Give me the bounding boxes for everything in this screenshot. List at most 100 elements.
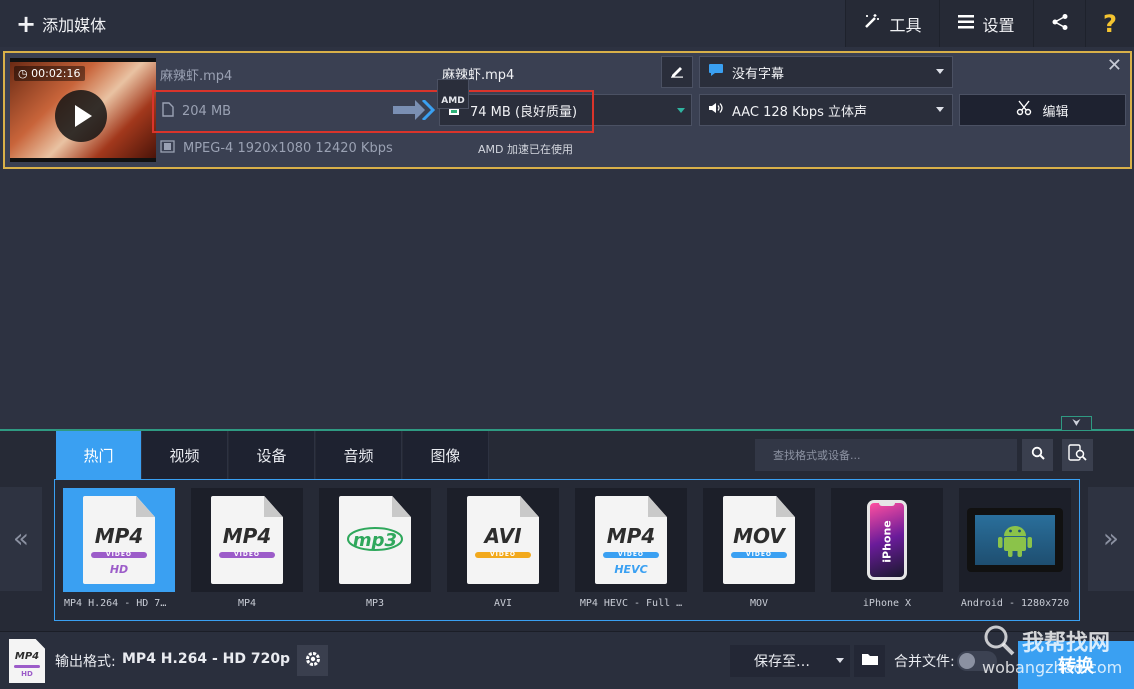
chevron-down-icon [936,107,944,112]
rename-button[interactable] [661,56,693,88]
tab-label: 热门 [83,446,114,465]
android-tablet-icon [967,508,1063,572]
mov-icon: MOV VIDEO [723,496,795,584]
magic-wand-icon [863,12,881,35]
tab-label: 图像 [430,446,461,465]
scroll-right-button[interactable]: » [1088,487,1134,591]
source-codec: MPEG-4 1920x1080 12420 Kbps [183,141,393,156]
amd-badge: AMD [437,79,469,109]
chevron-down-icon [836,658,844,663]
chevron-right-icon: » [1103,524,1119,554]
subtitle-dropdown[interactable]: 没有字幕 [699,56,953,88]
share-icon [1051,13,1069,35]
double-chevron-down-icon: ⮟ [1072,418,1081,429]
source-filename: 麻辣虾.mp4 [160,69,233,84]
format-label: AVI [493,598,513,609]
scroll-left-button[interactable]: « [0,487,42,591]
video-thumbnail[interactable]: ◷ 00:02:16 [10,58,156,162]
format-label: Android - 1280x720 [960,598,1070,609]
merge-files-label: 合并文件: [894,654,955,670]
format-card-mp3[interactable]: mp3 [319,488,431,592]
film-icon [160,140,175,157]
iphone-icon: iPhone [867,500,907,580]
tab-audio[interactable]: 音频 [316,431,402,479]
output-format-thumb-icon: MP4 HD [9,639,45,683]
output-format-label: 输出格式: [55,654,116,670]
chevron-down-icon [936,69,944,74]
format-card-mp4[interactable]: MP4 VIDEO [191,488,303,592]
edit-button[interactable]: 编辑 [959,94,1126,126]
add-media-button[interactable]: + 添加媒体 [0,0,124,47]
tools-label: 工具 [889,15,922,35]
output-format-value: MP4 H.264 - HD 720p [122,651,291,667]
speaker-icon [708,101,724,119]
folder-icon [861,652,879,670]
format-card-android[interactable] [959,488,1071,592]
convert-button[interactable]: 转换 [1018,641,1134,689]
pencil-icon [669,62,685,82]
play-button[interactable] [55,90,107,142]
add-media-label: 添加媒体 [42,15,107,35]
tab-devices[interactable]: 设备 [229,431,315,479]
format-label: iPhone X [862,598,912,609]
format-card-mov[interactable]: MOV VIDEO [703,488,815,592]
format-settings-button[interactable] [297,645,328,676]
format-label: MP4 H.264 - HD 7… [64,598,167,609]
mp4-hd-icon: MP4 VIDEO HD [83,496,155,584]
scissors-icon [1016,100,1032,120]
save-to-dropdown[interactable]: 保存至… [730,645,850,677]
tab-label: 视频 [169,446,200,465]
device-search-icon [1067,444,1088,466]
highlight-box [152,90,594,133]
merge-files-toggle[interactable] [957,651,997,671]
tab-video[interactable]: 视频 [142,431,228,479]
collapse-button[interactable]: ⮟ [1061,416,1092,431]
format-label: MP4 [237,598,257,609]
format-label: MOV [749,598,769,609]
convert-label: 转换 [1058,656,1094,677]
amd-text: AMD 加速已在使用 [478,143,573,156]
help-button[interactable]: ? [1085,0,1134,47]
format-card-mp4-hevc[interactable]: MP4 VIDEO HEVC [575,488,687,592]
gear-icon [304,650,322,672]
duration-text: 00:02:16 [31,67,81,80]
format-card-mp4-hd[interactable]: MP4 VIDEO HD [63,488,175,592]
tab-image[interactable]: 图像 [403,431,489,479]
mp3-icon: mp3 [339,496,411,584]
audio-dropdown[interactable]: AAC 128 Kbps 立体声 [699,94,953,126]
tools-button[interactable]: 工具 [845,0,939,47]
avi-icon: AVI VIDEO [467,496,539,584]
format-label: MP4 HEVC - Full … [579,598,683,609]
settings-label: 设置 [982,15,1015,35]
audio-value: AAC 128 Kbps 立体声 [732,104,868,120]
mp4-icon: MP4 VIDEO [211,496,283,584]
subtitle-value: 没有字幕 [732,66,785,82]
search-placeholder: 查找格式或设备... [773,449,861,462]
edit-label: 编辑 [1042,104,1069,120]
menu-icon [958,13,975,34]
tab-label: 音频 [343,446,374,465]
open-folder-button[interactable] [854,645,885,677]
caret-teal-icon [677,108,685,113]
share-button[interactable] [1033,0,1085,47]
settings-button[interactable]: 设置 [939,0,1033,47]
tab-popular[interactable]: 热门 [56,431,142,479]
source-codec-row: MPEG-4 1920x1080 12420 Kbps [160,140,393,157]
mp4-hevc-icon: MP4 VIDEO HEVC [595,496,667,584]
search-button[interactable] [1022,439,1053,471]
device-detect-button[interactable] [1062,439,1093,471]
speech-bubble-icon [708,63,724,81]
clock-icon: ◷ [18,67,28,80]
format-card-avi[interactable]: AVI VIDEO [447,488,559,592]
plus-icon: + [16,9,37,38]
format-card-iphone-x[interactable]: iPhone [831,488,943,592]
format-label: MP3 [365,598,385,609]
chevron-left-icon: « [13,524,29,554]
close-icon[interactable]: ✕ [1107,55,1122,76]
format-search-input[interactable]: 查找格式或设备... [755,439,1017,471]
duration-badge: ◷ 00:02:16 [14,66,85,81]
tab-label: 设备 [256,446,287,465]
save-to-label: 保存至… [754,654,810,670]
search-icon [1031,446,1045,464]
help-icon: ? [1103,9,1117,38]
